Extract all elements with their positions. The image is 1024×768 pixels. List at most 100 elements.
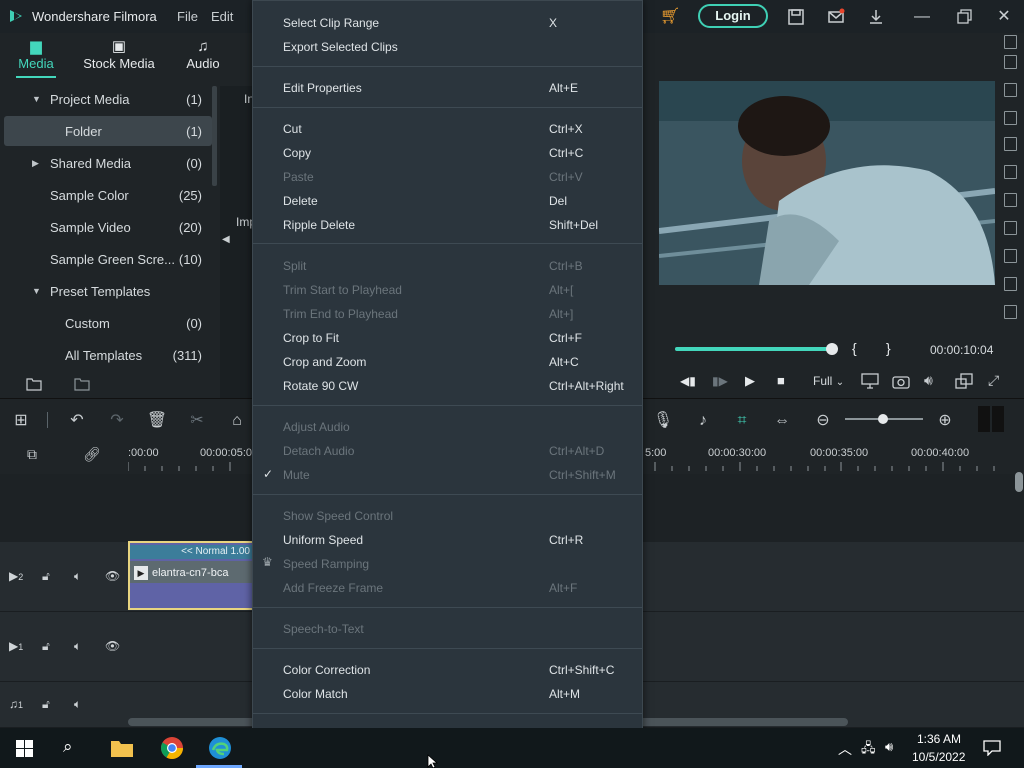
side-checkbox[interactable] (1004, 193, 1017, 207)
menu-item-crop-to-fit[interactable]: Crop to Fit Ctrl+F (253, 326, 642, 350)
menu-item-speed-ramping[interactable]: Speed Ramping ♛ (253, 552, 642, 576)
tree-item-sample-green-screen[interactable]: Sample Green Scre... (10) (4, 246, 212, 274)
notifications-icon[interactable] (983, 740, 1001, 756)
mail-icon[interactable] (826, 7, 846, 27)
download-icon[interactable] (866, 7, 886, 27)
microphone-icon[interactable]: 🎙︎ (652, 410, 674, 432)
undo-icon[interactable]: ↶ (66, 410, 88, 432)
menu-edit[interactable]: Edit (211, 9, 233, 24)
menu-item-edit-properties[interactable]: Edit Properties Alt+E (253, 76, 642, 100)
menu-item-export-selected-clips[interactable]: Export Selected Clips (253, 35, 642, 59)
tree-item-folder[interactable]: Folder (1) (4, 116, 212, 146)
minimize-icon[interactable]: — (912, 7, 932, 27)
eye-icon[interactable]: 👁︎ (105, 569, 120, 583)
stop-icon[interactable]: ■ (777, 373, 785, 388)
side-checkbox[interactable] (1004, 137, 1017, 151)
side-checkbox[interactable] (1004, 249, 1017, 263)
mark-in-icon[interactable]: { (852, 340, 857, 356)
speaker-icon[interactable]: 🔈︎ (74, 569, 81, 584)
menu-item-trim-end-to-playhead[interactable]: Trim End to Playhead Alt+] (253, 302, 642, 326)
menu-item-detach-audio[interactable]: Detach Audio Ctrl+Alt+D (253, 439, 642, 463)
menu-item-add-freeze-frame[interactable]: Add Freeze Frame Alt+F (253, 576, 642, 600)
quality-select[interactable]: Full ⌄ (813, 374, 844, 388)
step-back-icon[interactable]: ◀▮ (680, 374, 696, 388)
side-checkbox[interactable] (1004, 35, 1017, 49)
cut-icon[interactable]: ✂ (186, 410, 208, 432)
fit-timeline-icon[interactable]: ⇔ (771, 410, 793, 432)
menu-item-copy[interactable]: Copy Ctrl+C (253, 141, 642, 165)
add-track-icon[interactable]: ⧉ (27, 446, 37, 463)
layout-icon[interactable] (955, 373, 973, 389)
tree-item-sample-video[interactable]: Sample Video (20) (4, 214, 212, 242)
menu-item-select-clip-range[interactable]: Select Clip Range X (253, 11, 642, 35)
layout-grid-icon[interactable]: ⊞ (10, 410, 32, 432)
edge-icon[interactable] (208, 736, 232, 760)
chrome-icon[interactable] (160, 736, 184, 760)
menu-item-crop-and-zoom[interactable]: Crop and Zoom Alt+C (253, 350, 642, 374)
side-checkbox[interactable] (1004, 165, 1017, 179)
menu-item-mute[interactable]: Mute Ctrl+Shift+M ✓ (253, 463, 642, 487)
tree-scrollbar[interactable] (212, 86, 217, 186)
tree-item-preset-templates[interactable]: ▼ Preset Templates (4, 278, 212, 306)
collapse-left-icon[interactable]: ◀ (222, 234, 230, 245)
snap-icon[interactable]: ⌗ (731, 410, 753, 432)
menu-item-color-correction[interactable]: Color Correction Ctrl+Shift+C (253, 658, 642, 682)
side-checkbox[interactable] (1004, 305, 1017, 319)
clock-time[interactable]: 1:36 AM (917, 732, 961, 746)
redo-icon[interactable]: ↷ (106, 410, 128, 432)
fullscreen-icon[interactable]: ⤢ (988, 372, 999, 389)
zoom-out-icon[interactable]: ⊖ (812, 410, 834, 432)
side-checkbox[interactable] (1004, 83, 1017, 97)
menu-file[interactable]: File (177, 9, 198, 24)
save-icon[interactable] (786, 7, 806, 27)
tree-item-sample-color[interactable]: Sample Color (25) (4, 182, 212, 210)
menu-item-show-speed-control[interactable]: Show Speed Control (253, 504, 642, 528)
file-explorer-icon[interactable] (110, 738, 134, 758)
tab-audio[interactable]: ♫ Audio (180, 38, 226, 71)
side-checkbox[interactable] (1004, 277, 1017, 291)
network-icon[interactable]: 🖧︎ (861, 739, 876, 761)
audio-mixer-icon[interactable]: ♪ (692, 410, 714, 432)
mark-out-icon[interactable]: } (886, 340, 891, 356)
side-checkbox[interactable] (1004, 55, 1017, 69)
lock-icon[interactable]: 🔓︎ (42, 639, 50, 654)
windows-start-icon[interactable] (16, 740, 33, 757)
side-checkbox[interactable] (1004, 111, 1017, 125)
display-icon[interactable] (861, 373, 879, 389)
speaker-icon[interactable]: 🔈︎ (74, 639, 81, 654)
volume-icon[interactable]: 🔊︎ (924, 372, 933, 389)
folder-outline-icon[interactable] (74, 377, 90, 391)
menu-item-color-match[interactable]: Color Match Alt+M (253, 682, 642, 706)
new-folder-icon[interactable] (26, 377, 42, 391)
snapshot-camera-icon[interactable] (892, 373, 910, 389)
tree-item-custom[interactable]: Custom (0) (4, 310, 212, 338)
link-icon[interactable]: 🔗︎ (83, 446, 101, 463)
login-button[interactable]: Login (698, 4, 768, 28)
playhead-knob[interactable] (826, 343, 838, 355)
show-hidden-icons-icon[interactable]: ︿ (838, 739, 852, 759)
menu-item-rotate-90-cw[interactable]: Rotate 90 CW Ctrl+Alt+Right (253, 374, 642, 398)
search-icon[interactable]: ⌕ (63, 737, 73, 757)
menu-item-speech-to-text[interactable]: Speech-to-Text (253, 617, 642, 641)
timeline-clip[interactable]: << Normal 1.00 ▶ elantra-cn7-bca (128, 541, 254, 610)
zoom-in-icon[interactable]: ⊕ (934, 410, 956, 432)
menu-item-uniform-speed[interactable]: Uniform Speed Ctrl+R (253, 528, 642, 552)
clock-date[interactable]: 10/5/2022 (912, 750, 965, 764)
play-icon[interactable]: ▶ (745, 373, 755, 389)
panel-toggle[interactable] (978, 406, 1004, 432)
cart-icon[interactable]: 🛒︎ (660, 7, 680, 27)
tree-item-project-media[interactable]: ▼ Project Media (1) (4, 86, 212, 114)
speaker-icon[interactable]: 🔈︎ (74, 697, 81, 712)
delete-icon[interactable]: 🗑︎ (146, 410, 168, 432)
step-forward-icon[interactable]: ▮▶ (712, 374, 728, 388)
lock-icon[interactable]: 🔓︎ (42, 569, 50, 584)
side-checkbox[interactable] (1004, 221, 1017, 235)
menu-item-split[interactable]: Split Ctrl+B (253, 254, 642, 278)
menu-item-ripple-delete[interactable]: Ripple Delete Shift+Del (253, 213, 642, 237)
tree-item-shared-media[interactable]: ▶ Shared Media (0) (4, 150, 212, 178)
zoom-slider-knob[interactable] (878, 414, 888, 424)
menu-item-paste[interactable]: Paste Ctrl+V (253, 165, 642, 189)
menu-item-adjust-audio[interactable]: Adjust Audio (253, 415, 642, 439)
tab-stock-media[interactable]: ▣ Stock Media (80, 38, 158, 71)
restore-icon[interactable] (954, 7, 974, 27)
